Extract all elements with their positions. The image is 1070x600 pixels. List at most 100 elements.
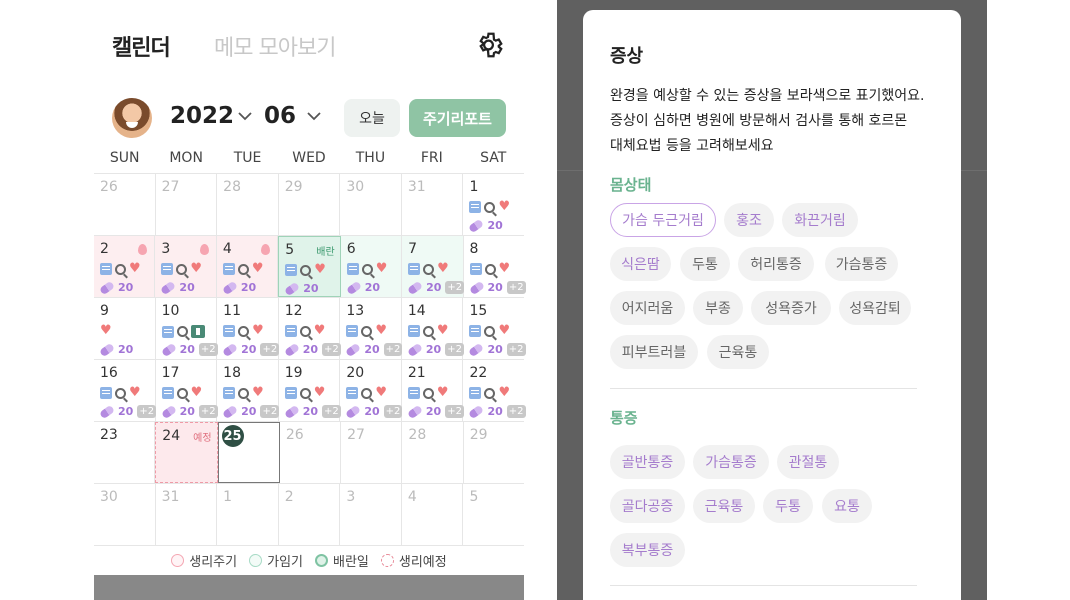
- day-cell[interactable]: 2 ♥ 20: [94, 236, 156, 297]
- record-icons: ♥: [346, 323, 387, 338]
- day-cell[interactable]: 22 ♥ 20 +2: [463, 360, 526, 421]
- day-cell[interactable]: 12 ♥ 20 +2: [279, 298, 341, 359]
- heart-icon: ♥: [375, 323, 387, 338]
- day-cell[interactable]: 6 ♥ 20: [340, 236, 403, 297]
- day-number: 23: [100, 427, 118, 443]
- symptom-chip[interactable]: 식은땀: [610, 247, 671, 281]
- section-title-pain: 통증: [610, 409, 638, 427]
- medication-count: 20: [179, 281, 195, 294]
- medication-row: 20 +2: [160, 404, 218, 419]
- symptom-chip[interactable]: 근육통: [693, 489, 755, 523]
- day-cell[interactable]: 31: [156, 484, 218, 545]
- symptom-chip[interactable]: 가슴 두근거림: [610, 203, 716, 237]
- avatar[interactable]: [112, 98, 152, 138]
- day-cell[interactable]: 30: [94, 484, 156, 545]
- day-cell[interactable]: 4 ♥ 20: [216, 236, 279, 297]
- day-cell[interactable]: 5 배란 ♥ 20: [278, 236, 341, 297]
- symptom-chip[interactable]: 요통: [822, 489, 872, 523]
- symptom-chip[interactable]: 화끈거림: [782, 203, 858, 237]
- day-cell[interactable]: 30: [340, 174, 402, 235]
- medication-count: 20: [364, 281, 380, 294]
- day-cell[interactable]: 23: [94, 422, 156, 483]
- chevron-down-icon[interactable]: [235, 106, 255, 126]
- record-icons: ♥: [407, 324, 449, 337]
- memo-icon: [284, 325, 297, 337]
- day-cell[interactable]: 27: [156, 174, 218, 235]
- symptom-chip[interactable]: 허리통증: [738, 247, 814, 281]
- day-cell[interactable]: 28: [217, 174, 279, 235]
- day-cell[interactable]: 13 ♥ 20 +2: [340, 298, 403, 359]
- cycle-report-button[interactable]: 주기리포트: [409, 99, 506, 137]
- day-cell[interactable]: 3 ♥ 20: [155, 236, 217, 297]
- day-cell[interactable]: 26: [280, 422, 342, 483]
- day-cell[interactable]: 25: [217, 422, 280, 483]
- day-cell[interactable]: 29: [279, 174, 341, 235]
- day-cell[interactable]: 14 ♥ 20 +2: [402, 298, 464, 359]
- symptom-chip[interactable]: 홍조: [724, 203, 774, 237]
- day-cell[interactable]: 19 ♥ 20 +2: [279, 360, 341, 421]
- symptom-chip[interactable]: 가슴통증: [693, 445, 769, 479]
- symptom-chip[interactable]: 골반통증: [610, 445, 685, 479]
- chevron-down-icon[interactable]: [304, 106, 324, 126]
- symptom-chip[interactable]: 성욕증가: [751, 291, 831, 325]
- symptom-chip[interactable]: 두통: [763, 489, 813, 523]
- day-cell[interactable]: 17 ♥ 20 +2: [156, 360, 218, 421]
- ovulation-dot-icon: [315, 553, 328, 567]
- medication-row: 20: [284, 281, 319, 296]
- day-cell[interactable]: 8 ♥ 20 +2: [464, 236, 526, 297]
- heart-icon: ♥: [314, 262, 326, 277]
- symptom-chip[interactable]: 어지러움: [610, 291, 685, 325]
- day-number: 8: [469, 241, 479, 257]
- symptom-search-icon: [299, 387, 311, 399]
- day-cell[interactable]: 27: [341, 422, 403, 483]
- tab-memo[interactable]: 메모 모아보기: [214, 30, 336, 62]
- day-cell[interactable]: 28: [402, 422, 464, 483]
- medication-row: 20 +2: [283, 404, 341, 419]
- day-number: 20: [346, 365, 365, 381]
- symptom-chip[interactable]: 성욕감퇴: [839, 291, 911, 325]
- symptom-search-icon: [299, 325, 311, 337]
- symptom-search-icon: [422, 325, 434, 337]
- day-cell[interactable]: 26: [94, 174, 156, 235]
- symptom-chip[interactable]: 가슴통증: [825, 247, 898, 281]
- day-cell[interactable]: 1: [217, 484, 279, 545]
- day-cell[interactable]: 16 ♥ 20 +2: [94, 360, 157, 421]
- day-cell[interactable]: 11 ♥ 20 +2: [217, 298, 280, 359]
- day-cell[interactable]: 24 예정: [155, 422, 218, 483]
- symptom-chip[interactable]: 부종: [693, 291, 743, 325]
- medication-count: 20: [487, 405, 503, 418]
- day-cell[interactable]: 20 ♥ 20 +2: [340, 360, 403, 421]
- symptom-chip[interactable]: 관절통: [777, 445, 839, 479]
- tab-calendar[interactable]: 캘린더: [112, 30, 171, 62]
- legend-ovulation: 배란일: [315, 551, 369, 570]
- day-cell[interactable]: 5: [463, 484, 524, 545]
- day-cell[interactable]: 2: [279, 484, 341, 545]
- symptom-chip[interactable]: 두통: [680, 247, 730, 281]
- day-cell[interactable]: 21 ♥ 20 +2: [402, 360, 464, 421]
- day-cell[interactable]: 4: [402, 484, 464, 545]
- symptom-chip[interactable]: 근육통: [707, 335, 769, 369]
- day-cell[interactable]: 15 ♥ 20 +2: [463, 298, 526, 359]
- gear-icon[interactable]: [476, 30, 506, 60]
- record-icons: ♥: [469, 262, 510, 275]
- day-cell[interactable]: 9 ♥ 20: [94, 298, 156, 359]
- day-cell[interactable]: 18 ♥ 20 +2: [217, 360, 280, 421]
- heart-icon: ♥: [313, 385, 326, 400]
- record-icons: ♥: [100, 262, 141, 275]
- day-cell[interactable]: 10 20 +2: [156, 298, 218, 359]
- symptom-chip[interactable]: 골다공증: [610, 489, 685, 523]
- symptom-chip[interactable]: 복부통증: [610, 533, 685, 567]
- day-cell[interactable]: 31: [402, 174, 464, 235]
- day-cell[interactable]: 3: [340, 484, 402, 545]
- today-button[interactable]: 오늘: [344, 99, 400, 137]
- day-number: 2: [284, 489, 294, 505]
- day-cell[interactable]: 1 ♥ 20: [463, 174, 524, 235]
- record-icons: ♥: [222, 262, 264, 275]
- day-cell[interactable]: 29: [464, 422, 524, 483]
- day-cell[interactable]: 7 ♥ 20 +2: [402, 236, 465, 297]
- heart-icon: ♥: [375, 385, 387, 400]
- symptom-chip[interactable]: 피부트러블: [610, 335, 698, 369]
- year-value[interactable]: 2022: [170, 103, 234, 129]
- month-value[interactable]: 06: [264, 103, 296, 129]
- day-number: 4: [407, 489, 417, 505]
